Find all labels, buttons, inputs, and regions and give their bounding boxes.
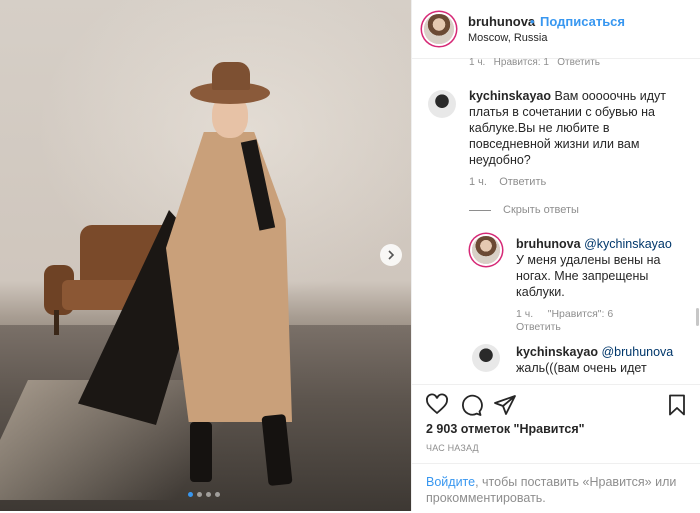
login-prompt-text: Войдите, чтобы поставить «Нравится» или … (426, 474, 686, 506)
comment-text: У меня удалены вены на ногах. Мне запрещ… (516, 253, 661, 299)
avatar[interactable] (424, 14, 454, 44)
bookmark-icon[interactable] (665, 393, 689, 417)
coat (166, 132, 292, 422)
carousel-dot (188, 492, 193, 497)
post-photo[interactable] (0, 0, 411, 511)
location-link[interactable]: Moscow, Russia (468, 32, 547, 44)
post-time[interactable]: ЧАС НАЗАД (426, 443, 479, 453)
reply-button[interactable]: Ответить (557, 58, 600, 68)
comment-time: 1 ч. (516, 308, 534, 320)
comment: kychinskayao Вам ооооочнь идут платья в … (469, 88, 689, 168)
post-side-panel: bruhunova • Подписаться Moscow, Russia 1… (411, 0, 700, 511)
comment-text: жаль(((вам очень идет (516, 361, 647, 375)
separator-dot: • (530, 14, 535, 29)
reply-button[interactable]: Ответить (516, 321, 561, 333)
carousel-dot (206, 492, 211, 497)
carousel-dot (215, 492, 220, 497)
scrollbar[interactable] (696, 308, 699, 326)
chevron-right-icon[interactable] (380, 244, 402, 266)
comment-username[interactable]: kychinskayao (516, 345, 598, 359)
comment-time: 1 ч. (469, 176, 487, 188)
comments-list: 1 ч. Нравится: 1 Ответить kychinskayao В… (412, 58, 700, 384)
post-actions: 2 903 отметок "Нравится" ЧАС НАЗАД Войди… (412, 384, 700, 512)
comment-time: 1 ч. (469, 58, 486, 68)
comment-username[interactable]: kychinskayao (469, 89, 551, 103)
comment-icon[interactable] (459, 393, 483, 417)
hat-crown (212, 62, 250, 90)
login-prompt: Войдите, чтобы поставить «Нравится» или … (412, 463, 700, 513)
boot-left (190, 422, 212, 482)
reply-comment: bruhunova @kychinskayao У меня удалены в… (516, 236, 688, 300)
carousel-dots (188, 492, 220, 497)
comment-username[interactable]: bruhunova (516, 237, 581, 251)
hide-replies-label: Скрыть ответы (503, 204, 579, 216)
username-link[interactable]: bruhunova (468, 14, 535, 29)
comment-meta: 1 ч. "Нравится": 6 Ответить (516, 308, 613, 334)
reply-button[interactable]: Ответить (499, 176, 546, 188)
hide-replies-button[interactable]: Скрыть ответы (469, 204, 579, 216)
reply-comment: kychinskayao @bruhunova жаль(((вам очень… (516, 344, 688, 376)
comment-meta: 1 ч. Нравится: 1 Ответить (469, 58, 600, 68)
avatar[interactable] (472, 344, 500, 372)
mention-link[interactable]: @kychinskayao (584, 237, 672, 251)
comment-meta: 1 ч. Ответить (469, 176, 546, 188)
follow-button[interactable]: Подписаться (540, 14, 625, 29)
avatar[interactable] (428, 90, 456, 118)
heart-icon[interactable] (425, 393, 449, 417)
mention-link[interactable]: @bruhunova (601, 345, 673, 359)
likes-count[interactable]: 2 903 отметок "Нравится" (426, 422, 585, 436)
login-link[interactable]: Войдите (426, 475, 475, 489)
avatar[interactable] (472, 236, 500, 264)
boot-right (261, 413, 293, 487)
comment-likes: Нравится: 1 (493, 58, 549, 68)
post-header: bruhunova • Подписаться Moscow, Russia (412, 0, 700, 59)
woman-figure (70, 60, 320, 490)
comment-likes: "Нравится": 6 (547, 308, 614, 320)
carousel-dot (197, 492, 202, 497)
share-icon[interactable] (493, 393, 517, 417)
